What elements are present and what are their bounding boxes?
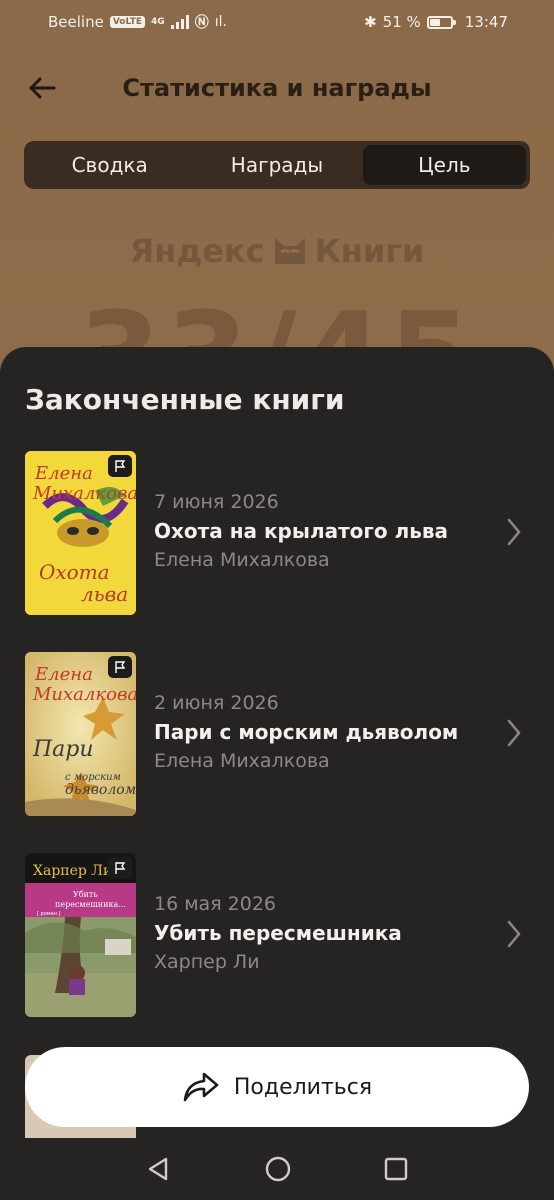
flag-icon [108,857,132,879]
book-row[interactable]: Харпер Ли Убить пересмешника... [ роман … [0,853,554,1017]
svg-text:Убить: Убить [73,890,98,899]
tab-summary[interactable]: Сводка [28,145,191,185]
bluetooth-icon: ✱ [364,13,377,31]
svg-text:Пари: Пари [32,737,94,762]
svg-text:Охота: Охота [39,560,110,584]
book-date: 7 июня 2026 [154,491,279,513]
sheet-title: Законченные книги [25,383,345,416]
book-author: Елена Михалкова [154,549,330,571]
tab-goal[interactable]: Цель [362,145,526,185]
carrier-name: Beeline [48,13,104,31]
status-bar: Beeline VoLTE 4G Ⓝ ıl. ✱ 51 % 13:47 [0,0,554,44]
signal-icon [170,15,189,29]
book-date: 16 мая 2026 [154,893,277,915]
chevron-right-icon [507,920,521,948]
chevron-right-icon [507,518,521,546]
header: Статистика и награды [0,60,554,116]
volte-badge: VoLTE [109,16,146,28]
book-info: 16 мая 2026 Убить пересмешника Харпер Ли [154,893,402,973]
flag-icon [108,455,132,477]
book-author: Елена Михалкова [154,750,330,772]
battery-icon [426,15,456,29]
brand-left: Яндекс [129,232,265,270]
book-title: Охота на крылатого льва [154,519,449,543]
book-info: 7 июня 2026 Охота на крылатого льва Елен… [154,491,448,571]
svg-text:Елена: Елена [34,664,93,685]
book-info: 2 июня 2026 Пари с морским дьяволом Елен… [154,692,458,772]
book-cover: Харпер Ли Убить пересмешника... [ роман … [25,853,136,1017]
brand-logo: Яндекс Книги [0,232,554,270]
signal-strength-icon: ıl. [214,14,227,30]
svg-text:Харпер Ли: Харпер Ли [33,863,112,879]
nfc-icon: Ⓝ [194,15,209,31]
clock: 13:47 [464,13,508,31]
nav-recents-icon[interactable] [384,1157,408,1181]
share-label: Поделиться [233,1074,373,1100]
svg-text:[ роман ]: [ роман ] [37,911,60,917]
flag-icon [108,656,132,678]
book-row[interactable]: Елена Михалкова Охота льва 7 июня 2026 О… [0,451,554,615]
svg-text:пересмешника...: пересмешника... [55,900,126,909]
svg-text:льва: льва [81,582,128,606]
cat-logo-icon [274,238,305,264]
book-author: Харпер Ли [154,951,260,973]
arrow-left-icon [29,77,56,99]
battery-percent: 51 % [382,13,421,31]
cover-author-text: Елена [34,463,93,484]
page-title: Статистика и награды [122,74,432,102]
brand-right: Книги [314,232,425,270]
nav-back-icon[interactable] [146,1156,172,1182]
book-row[interactable]: Елена Михалкова Пари с морским дьяволом … [0,652,554,816]
system-nav-bar [0,1138,554,1200]
svg-text:Михалкова: Михалкова [32,684,136,705]
share-button[interactable]: Поделиться [25,1047,529,1127]
tab-awards[interactable]: Награды [195,145,358,185]
book-date: 2 июня 2026 [154,692,279,714]
share-arrow-icon [183,1072,219,1102]
chevron-right-icon [507,719,521,747]
nav-home-icon[interactable] [264,1155,292,1183]
book-title: Пари с морским дьяволом [154,720,459,744]
book-cover: Елена Михалкова Пари с морским дьяволом [25,652,136,816]
svg-text:дьяволом: дьяволом [65,782,136,798]
segmented-tabs: Сводка Награды Цель [24,141,530,189]
book-cover: Елена Михалкова Охота льва [25,451,136,615]
svg-text:Михалкова: Михалкова [32,483,136,504]
back-button[interactable] [22,70,62,106]
book-title: Убить пересмешника [154,921,402,945]
network-type: 4G [151,17,165,27]
